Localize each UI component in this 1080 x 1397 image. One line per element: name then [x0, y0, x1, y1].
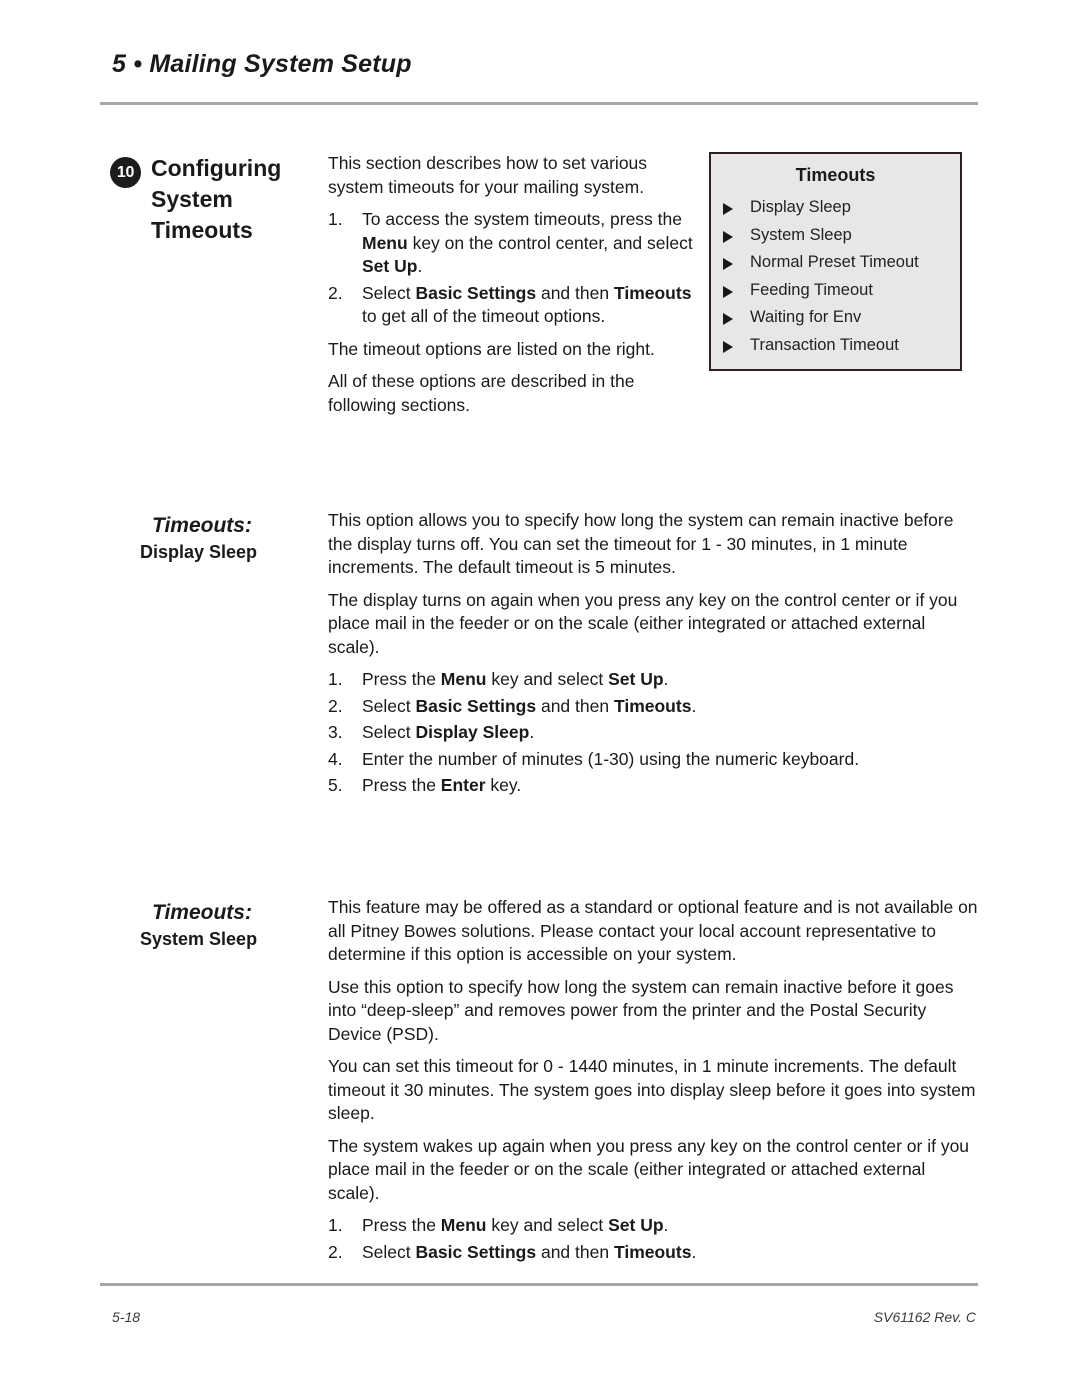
- step-text: Press the Enter key.: [362, 775, 522, 795]
- triangle-right-icon: [723, 340, 733, 353]
- sidehead-label: Timeouts:: [152, 901, 252, 924]
- step-number: 1.: [328, 209, 343, 229]
- section-title: Configuring System Timeouts: [151, 155, 282, 243]
- callout-option-list: Display Sleep System Sleep Normal Preset T…: [711, 194, 960, 359]
- step-item: 1. Press the Menu key and select Set Up.: [328, 668, 978, 692]
- callout-option-item: Feeding Timeout: [711, 277, 960, 305]
- step-text: Press the Menu key and select Set Up.: [362, 1215, 669, 1235]
- display-sleep-text-block: This option allows you to specify how lo…: [328, 509, 978, 807]
- section-number-badge: 10: [110, 157, 141, 188]
- sidehead-display-sleep: Timeouts: Display Sleep: [140, 512, 340, 565]
- callout-title: Timeouts: [795, 165, 876, 185]
- step-number: 5.: [328, 775, 343, 795]
- system-sleep-paragraph-4: The system wakes up again when you press…: [328, 1135, 970, 1203]
- step-text: Select Basic Settings and then Timeouts …: [362, 282, 692, 327]
- display-sleep-step-list: 1. Press the Menu key and select Set Up. 2…: [328, 668, 978, 798]
- step-item: 1. To access the system timeouts, press t…: [328, 208, 693, 279]
- callout-option-item: Waiting for Env: [711, 304, 960, 332]
- system-sleep-paragraph-3: You can set this timeout for 0 - 1440 mi…: [328, 1056, 976, 1123]
- callout-option-label: Display Sleep: [750, 198, 851, 216]
- triangle-right-icon: [723, 313, 733, 325]
- step-item: 2. Select Basic Settings and then Timeout…: [328, 695, 978, 719]
- callout-option-item: Transaction Timeout: [711, 332, 960, 360]
- system-sleep-text-block: This feature may be offered as a standar…: [328, 896, 978, 1273]
- sidehead-label: Timeouts:: [152, 514, 252, 537]
- step-text: Select Basic Settings and then Timeouts.: [362, 1241, 697, 1262]
- step-number: 3.: [328, 722, 343, 742]
- callout-option-label: Transaction Timeout: [750, 335, 899, 354]
- footer-divider-rule: [100, 1283, 978, 1286]
- header-divider-rule: [100, 102, 978, 105]
- triangle-right-icon: [723, 203, 733, 215]
- step-number: 1.: [328, 669, 343, 689]
- triangle-right-icon: [723, 230, 733, 243]
- triangle-right-icon: [723, 285, 733, 298]
- step-number: 2.: [328, 1241, 343, 1262]
- document-page: 5 • Mailing System Setup 10 Configuring …: [0, 0, 1080, 1397]
- sidehead-system-sleep: Timeouts: System Sleep: [140, 899, 340, 952]
- footer-document-reference: SV61162 Rev. C: [873, 1309, 976, 1325]
- display-sleep-paragraph-1: This option allows you to specify how lo…: [328, 510, 954, 577]
- step-text: Select Basic Settings and then Timeouts.: [362, 695, 697, 716]
- step-text: Press the Menu key and select Set Up.: [362, 669, 669, 689]
- callout-option-label: Normal Preset Timeout: [750, 253, 919, 271]
- chapter-running-head: 5 • Mailing System Setup: [112, 50, 412, 78]
- callout-option-label: Waiting for Env: [750, 308, 862, 326]
- intro-paragraph-1: This section describes how to set variou…: [328, 153, 648, 197]
- step-item: 2. Select Basic Settings and then Timeout…: [328, 1241, 978, 1265]
- callout-option-item: System Sleep: [711, 222, 960, 250]
- step-text: Select Display Sleep.: [362, 722, 535, 742]
- sidehead-sublabel: Display Sleep: [140, 542, 258, 562]
- step-number: 1.: [328, 1215, 343, 1235]
- callout-option-label: Feeding Timeout: [750, 280, 873, 299]
- intro-paragraph-3: All of these options are described in th…: [328, 371, 635, 415]
- system-sleep-paragraph-2: Use this option to specify how long the …: [328, 976, 954, 1044]
- footer-page-number: 5-18: [112, 1309, 141, 1325]
- sidehead-sublabel: System Sleep: [140, 929, 258, 949]
- step-item: 2. Select Basic Settings and then Timeout…: [328, 282, 693, 329]
- display-sleep-paragraph-2: The display turns on again when you pres…: [328, 589, 958, 657]
- step-item: 3. Select Display Sleep.: [328, 721, 978, 745]
- step-number: 2.: [328, 282, 343, 303]
- intro-step-list: 1. To access the system timeouts, press t…: [328, 208, 693, 329]
- timeouts-screen-callout: Timeouts Display Sleep System Sleep Normal…: [709, 152, 962, 371]
- step-item: 4. Enter the number of minutes (1-30) usi…: [328, 748, 978, 772]
- callout-option-item: Display Sleep: [711, 194, 960, 222]
- step-text: Enter the number of minutes (1-30) using…: [362, 748, 860, 769]
- step-number: 4.: [328, 748, 343, 769]
- step-number: 2.: [328, 695, 343, 716]
- callout-option-label: System Sleep: [750, 225, 852, 244]
- intro-text-block: This section describes how to set variou…: [328, 152, 693, 426]
- system-sleep-paragraph-1: This feature may be offered as a standar…: [328, 897, 978, 964]
- step-text: To access the system timeouts, press the…: [362, 209, 693, 276]
- step-item: 5. Press the Enter key.: [328, 774, 978, 798]
- intro-paragraph-2: The timeout options are listed on the ri…: [328, 338, 655, 359]
- triangle-right-icon: [723, 258, 733, 270]
- system-sleep-step-list: 1. Press the Menu key and select Set Up. 2…: [328, 1214, 978, 1264]
- step-item: 1. Press the Menu key and select Set Up.: [328, 1214, 978, 1238]
- callout-option-item: Normal Preset Timeout: [711, 249, 960, 277]
